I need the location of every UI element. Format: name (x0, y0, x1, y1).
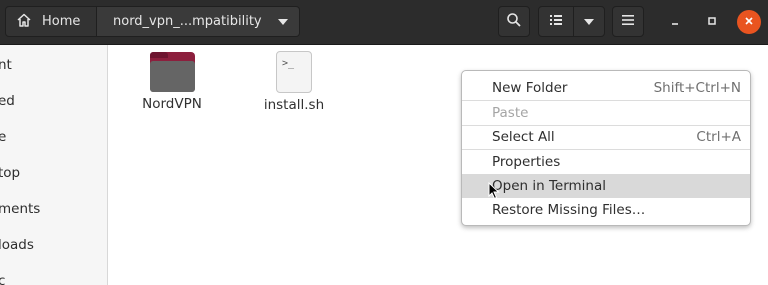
menu-item-accelerator: Ctrl+A (696, 129, 741, 145)
menu-item-select-all[interactable]: Select All Ctrl+A (462, 125, 750, 149)
maximize-icon (707, 15, 717, 30)
menu-item-open-in-terminal[interactable]: Open in Terminal (462, 174, 750, 198)
close-window-button[interactable] (737, 10, 761, 34)
menu-item-label: Restore Missing Files… (492, 202, 646, 218)
home-icon (16, 12, 32, 32)
menu-item-properties[interactable]: Properties (462, 150, 750, 174)
menu-item-label: Properties (492, 154, 561, 170)
hamburger-menu-icon (621, 14, 635, 30)
header-bar: Home nord_vpn_...mpatibility (0, 0, 768, 45)
menu-item-label: Select All (492, 129, 555, 145)
list-view-icon (549, 13, 563, 31)
script-file-icon: >_ (276, 51, 312, 93)
minimize-button[interactable] (663, 10, 687, 34)
script-prompt-glyph: >_ (282, 58, 295, 69)
sidebar-item-documents[interactable]: ments (0, 197, 40, 221)
sidebar-item-downloads[interactable]: loads (0, 233, 34, 257)
menu-item-label: Paste (492, 105, 529, 121)
sidebar-item-desktop[interactable]: top (0, 161, 20, 185)
file-item-script[interactable]: >_ install.sh (258, 51, 330, 113)
main-menu-button[interactable] (612, 6, 644, 37)
menu-item-restore-missing-files[interactable]: Restore Missing Files… (462, 198, 750, 222)
view-options-button[interactable] (573, 6, 605, 37)
sidebar-item-recent[interactable]: nt (0, 53, 12, 77)
sidebar-item-starred[interactable]: ed (0, 89, 15, 113)
menu-item-accelerator: Shift+Ctrl+N (653, 80, 741, 96)
sidebar-item-music[interactable]: c (0, 269, 5, 285)
menu-item-new-folder[interactable]: New Folder Shift+Ctrl+N (462, 76, 750, 100)
folder-icon (149, 52, 195, 92)
view-options-icon (584, 18, 594, 25)
path-current-label: nord_vpn_...mpatibility (113, 14, 262, 29)
sidebar-item-home[interactable]: e (0, 125, 6, 149)
file-item-folder[interactable]: NordVPN (136, 52, 208, 112)
places-sidebar: nt ed e top ments loads c (0, 45, 108, 285)
file-name: install.sh (263, 97, 325, 113)
mouse-pointer-icon (488, 181, 500, 204)
maximize-button[interactable] (700, 10, 724, 34)
minimize-icon (670, 15, 680, 30)
path-home-button[interactable]: Home (5, 6, 97, 37)
context-menu: New Folder Shift+Ctrl+N Paste Select All… (461, 70, 751, 226)
search-icon (506, 12, 522, 32)
chevron-down-icon (278, 18, 288, 25)
path-bar: Home nord_vpn_...mpatibility (5, 6, 300, 37)
search-button[interactable] (498, 6, 530, 37)
path-current-folder-button[interactable]: nord_vpn_...mpatibility (97, 6, 300, 37)
file-name: NordVPN (142, 96, 202, 112)
menu-item-label: New Folder (492, 80, 568, 96)
close-icon (744, 15, 754, 30)
list-view-button[interactable] (538, 6, 574, 37)
menu-item-label: Open in Terminal (492, 178, 606, 194)
path-home-label: Home (42, 14, 81, 29)
menu-item-paste[interactable]: Paste (462, 101, 750, 125)
